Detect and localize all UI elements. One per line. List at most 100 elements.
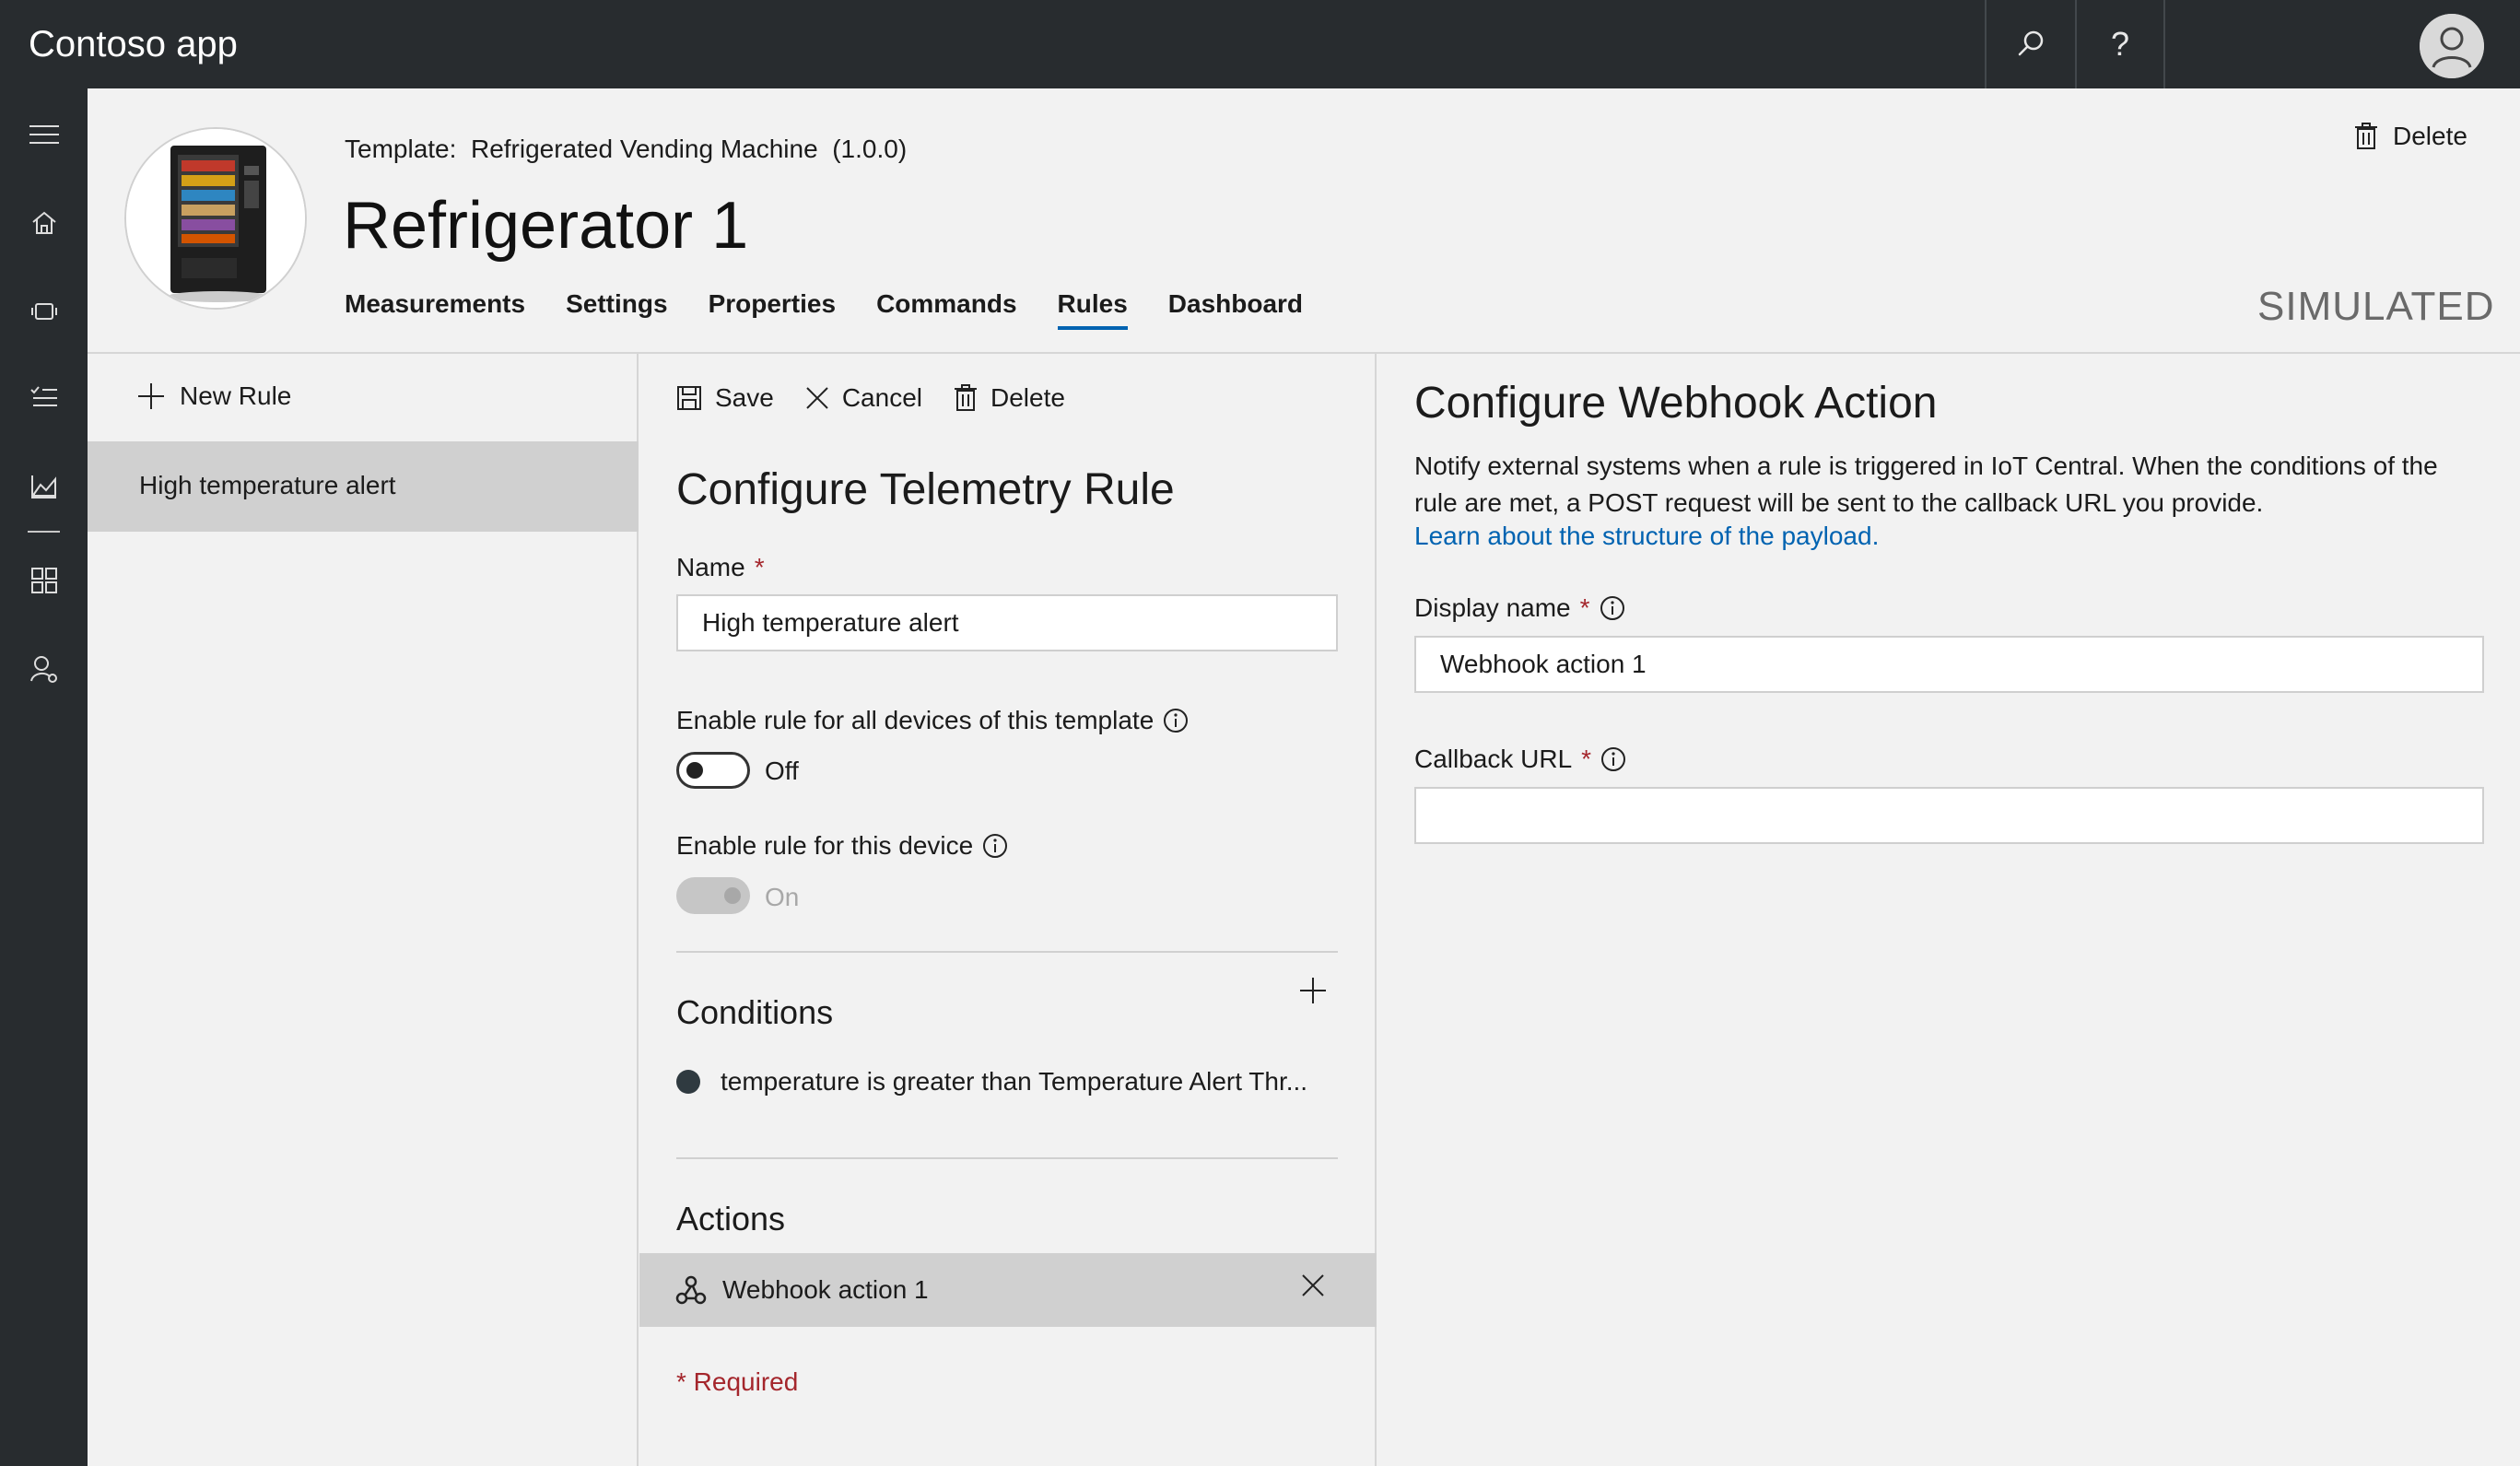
- rule-toolbar: Save Cancel Delete: [676, 383, 1096, 413]
- user-settings-icon: [29, 656, 57, 683]
- delete-label: Delete: [990, 383, 1065, 412]
- condition-dot-icon: [676, 1070, 700, 1094]
- tab-commands[interactable]: Commands: [876, 289, 1016, 330]
- plus-icon: [1300, 978, 1326, 1003]
- webhook-heading: Configure Webhook Action: [1414, 379, 1938, 428]
- new-rule-button[interactable]: New Rule: [137, 381, 291, 411]
- delete-rule-button[interactable]: Delete: [954, 383, 1065, 413]
- tab-settings[interactable]: Settings: [566, 289, 667, 330]
- display-name-label: Display name *: [1414, 593, 1625, 623]
- device-image: [124, 127, 307, 310]
- name-label-text: Name: [676, 553, 745, 581]
- rule-item-label: High temperature alert: [139, 471, 396, 499]
- section-divider: [676, 1157, 1338, 1159]
- home-icon: [31, 211, 56, 234]
- enable-template-label: Enable rule for all devices of this temp…: [676, 706, 1189, 735]
- template-version: (1.0.0): [832, 135, 908, 163]
- nav-devices[interactable]: [0, 284, 88, 339]
- cancel-button[interactable]: Cancel: [805, 383, 922, 413]
- vending-machine-image: [126, 129, 305, 308]
- close-icon: [806, 387, 828, 409]
- toggle-knob: [724, 887, 741, 904]
- webhook-action-panel: Configure Webhook Action Notify external…: [1378, 354, 2520, 1466]
- user-avatar-icon: [2420, 14, 2484, 78]
- rule-item-high-temperature[interactable]: High temperature alert: [88, 441, 639, 532]
- telemetry-rule-panel: Save Cancel Delete Configure Telemetry R…: [639, 354, 1377, 1466]
- tab-rules[interactable]: Rules: [1057, 289, 1129, 330]
- nav-rules[interactable]: [0, 370, 88, 426]
- nav-divider: [28, 531, 60, 533]
- rules-list-panel: New Rule High temperature alert: [88, 354, 639, 1466]
- enable-device-state: On: [765, 883, 800, 911]
- nav-menu[interactable]: [0, 107, 88, 162]
- condition-item[interactable]: temperature is greater than Temperature …: [676, 1067, 1307, 1097]
- info-icon: [983, 834, 1008, 858]
- new-rule-label: New Rule: [180, 381, 292, 410]
- action-label: Webhook action 1: [722, 1275, 929, 1304]
- section-divider: [676, 951, 1338, 953]
- trash-icon: [955, 384, 977, 411]
- nav-home[interactable]: [0, 195, 88, 251]
- nav-analytics[interactable]: [0, 459, 88, 514]
- save-label: Save: [715, 383, 774, 412]
- actions-title: Actions: [676, 1200, 786, 1237]
- save-button[interactable]: Save: [676, 383, 774, 413]
- telemetry-rule-heading: Configure Telemetry Rule: [676, 465, 1175, 514]
- nav-admin[interactable]: [0, 641, 88, 697]
- delete-device-button[interactable]: Delete: [2354, 122, 2467, 151]
- remove-action-button[interactable]: [1301, 1273, 1325, 1302]
- required-mark: *: [1579, 593, 1590, 622]
- template-info: Template: Refrigerated Vending Machine (…: [345, 135, 907, 164]
- payload-structure-link[interactable]: Learn about the structure of the payload…: [1414, 522, 1879, 551]
- rule-name-input[interactable]: High temperature alert: [676, 594, 1338, 651]
- tab-measurements[interactable]: Measurements: [345, 289, 525, 330]
- required-mark: *: [1581, 745, 1592, 773]
- webhook-description: Notify external systems when a rule is t…: [1414, 452, 2438, 517]
- callback-url-input[interactable]: [1414, 787, 2484, 844]
- enable-device-label: Enable rule for this device: [676, 831, 1008, 861]
- enable-device-toggle: [676, 877, 750, 914]
- condition-text: temperature is greater than Temperature …: [721, 1067, 1308, 1096]
- left-nav: [0, 88, 88, 1466]
- device-header: Template: Refrigerated Vending Machine (…: [88, 88, 2520, 354]
- device-icon: [30, 303, 57, 320]
- plus-icon: [138, 383, 164, 409]
- cancel-label: Cancel: [841, 383, 922, 412]
- callback-url-label: Callback URL *: [1414, 745, 1626, 774]
- device-tabs: Measurements Settings Properties Command…: [345, 289, 1343, 330]
- tab-dashboard[interactable]: Dashboard: [1168, 289, 1303, 330]
- save-icon: [677, 386, 701, 410]
- hamburger-icon: [29, 125, 59, 144]
- info-icon: [1601, 747, 1626, 771]
- nav-dashboards[interactable]: [0, 553, 88, 608]
- info-icon: [1600, 596, 1624, 620]
- required-mark: *: [754, 553, 765, 581]
- display-name-input[interactable]: Webhook action 1: [1414, 636, 2484, 693]
- trash-icon: [2355, 123, 2377, 149]
- display-name-label-text: Display name: [1414, 593, 1571, 622]
- delete-label: Delete: [2393, 122, 2467, 150]
- app-title: Contoso app: [29, 24, 238, 65]
- add-condition-button[interactable]: [1299, 977, 1327, 1009]
- info-icon: [1164, 709, 1189, 733]
- required-note: * Required: [676, 1367, 799, 1396]
- chart-icon: [30, 475, 56, 498]
- enable-template-toggle[interactable]: [676, 752, 750, 789]
- enable-device-label-text: Enable rule for this device: [676, 831, 974, 860]
- conditions-title: Conditions: [676, 993, 834, 1031]
- name-label: Name *: [676, 553, 765, 582]
- template-label: Template:: [345, 135, 457, 163]
- callback-url-label-text: Callback URL: [1414, 745, 1573, 773]
- template-name: Refrigerated Vending Machine: [470, 135, 818, 163]
- simulated-status: SIMULATED: [2257, 284, 2495, 329]
- tab-properties[interactable]: Properties: [709, 289, 837, 330]
- close-icon: [1302, 1274, 1324, 1296]
- search-icon: [2018, 30, 2044, 56]
- action-item-webhook[interactable]: Webhook action 1: [639, 1253, 1377, 1327]
- toggle-knob: [686, 762, 703, 779]
- user-avatar[interactable]: [2420, 14, 2484, 78]
- device-title: Refrigerator 1: [343, 189, 749, 263]
- search-button[interactable]: [1985, 0, 2075, 88]
- grid-icon: [30, 568, 57, 593]
- help-button[interactable]: ?: [2075, 0, 2165, 88]
